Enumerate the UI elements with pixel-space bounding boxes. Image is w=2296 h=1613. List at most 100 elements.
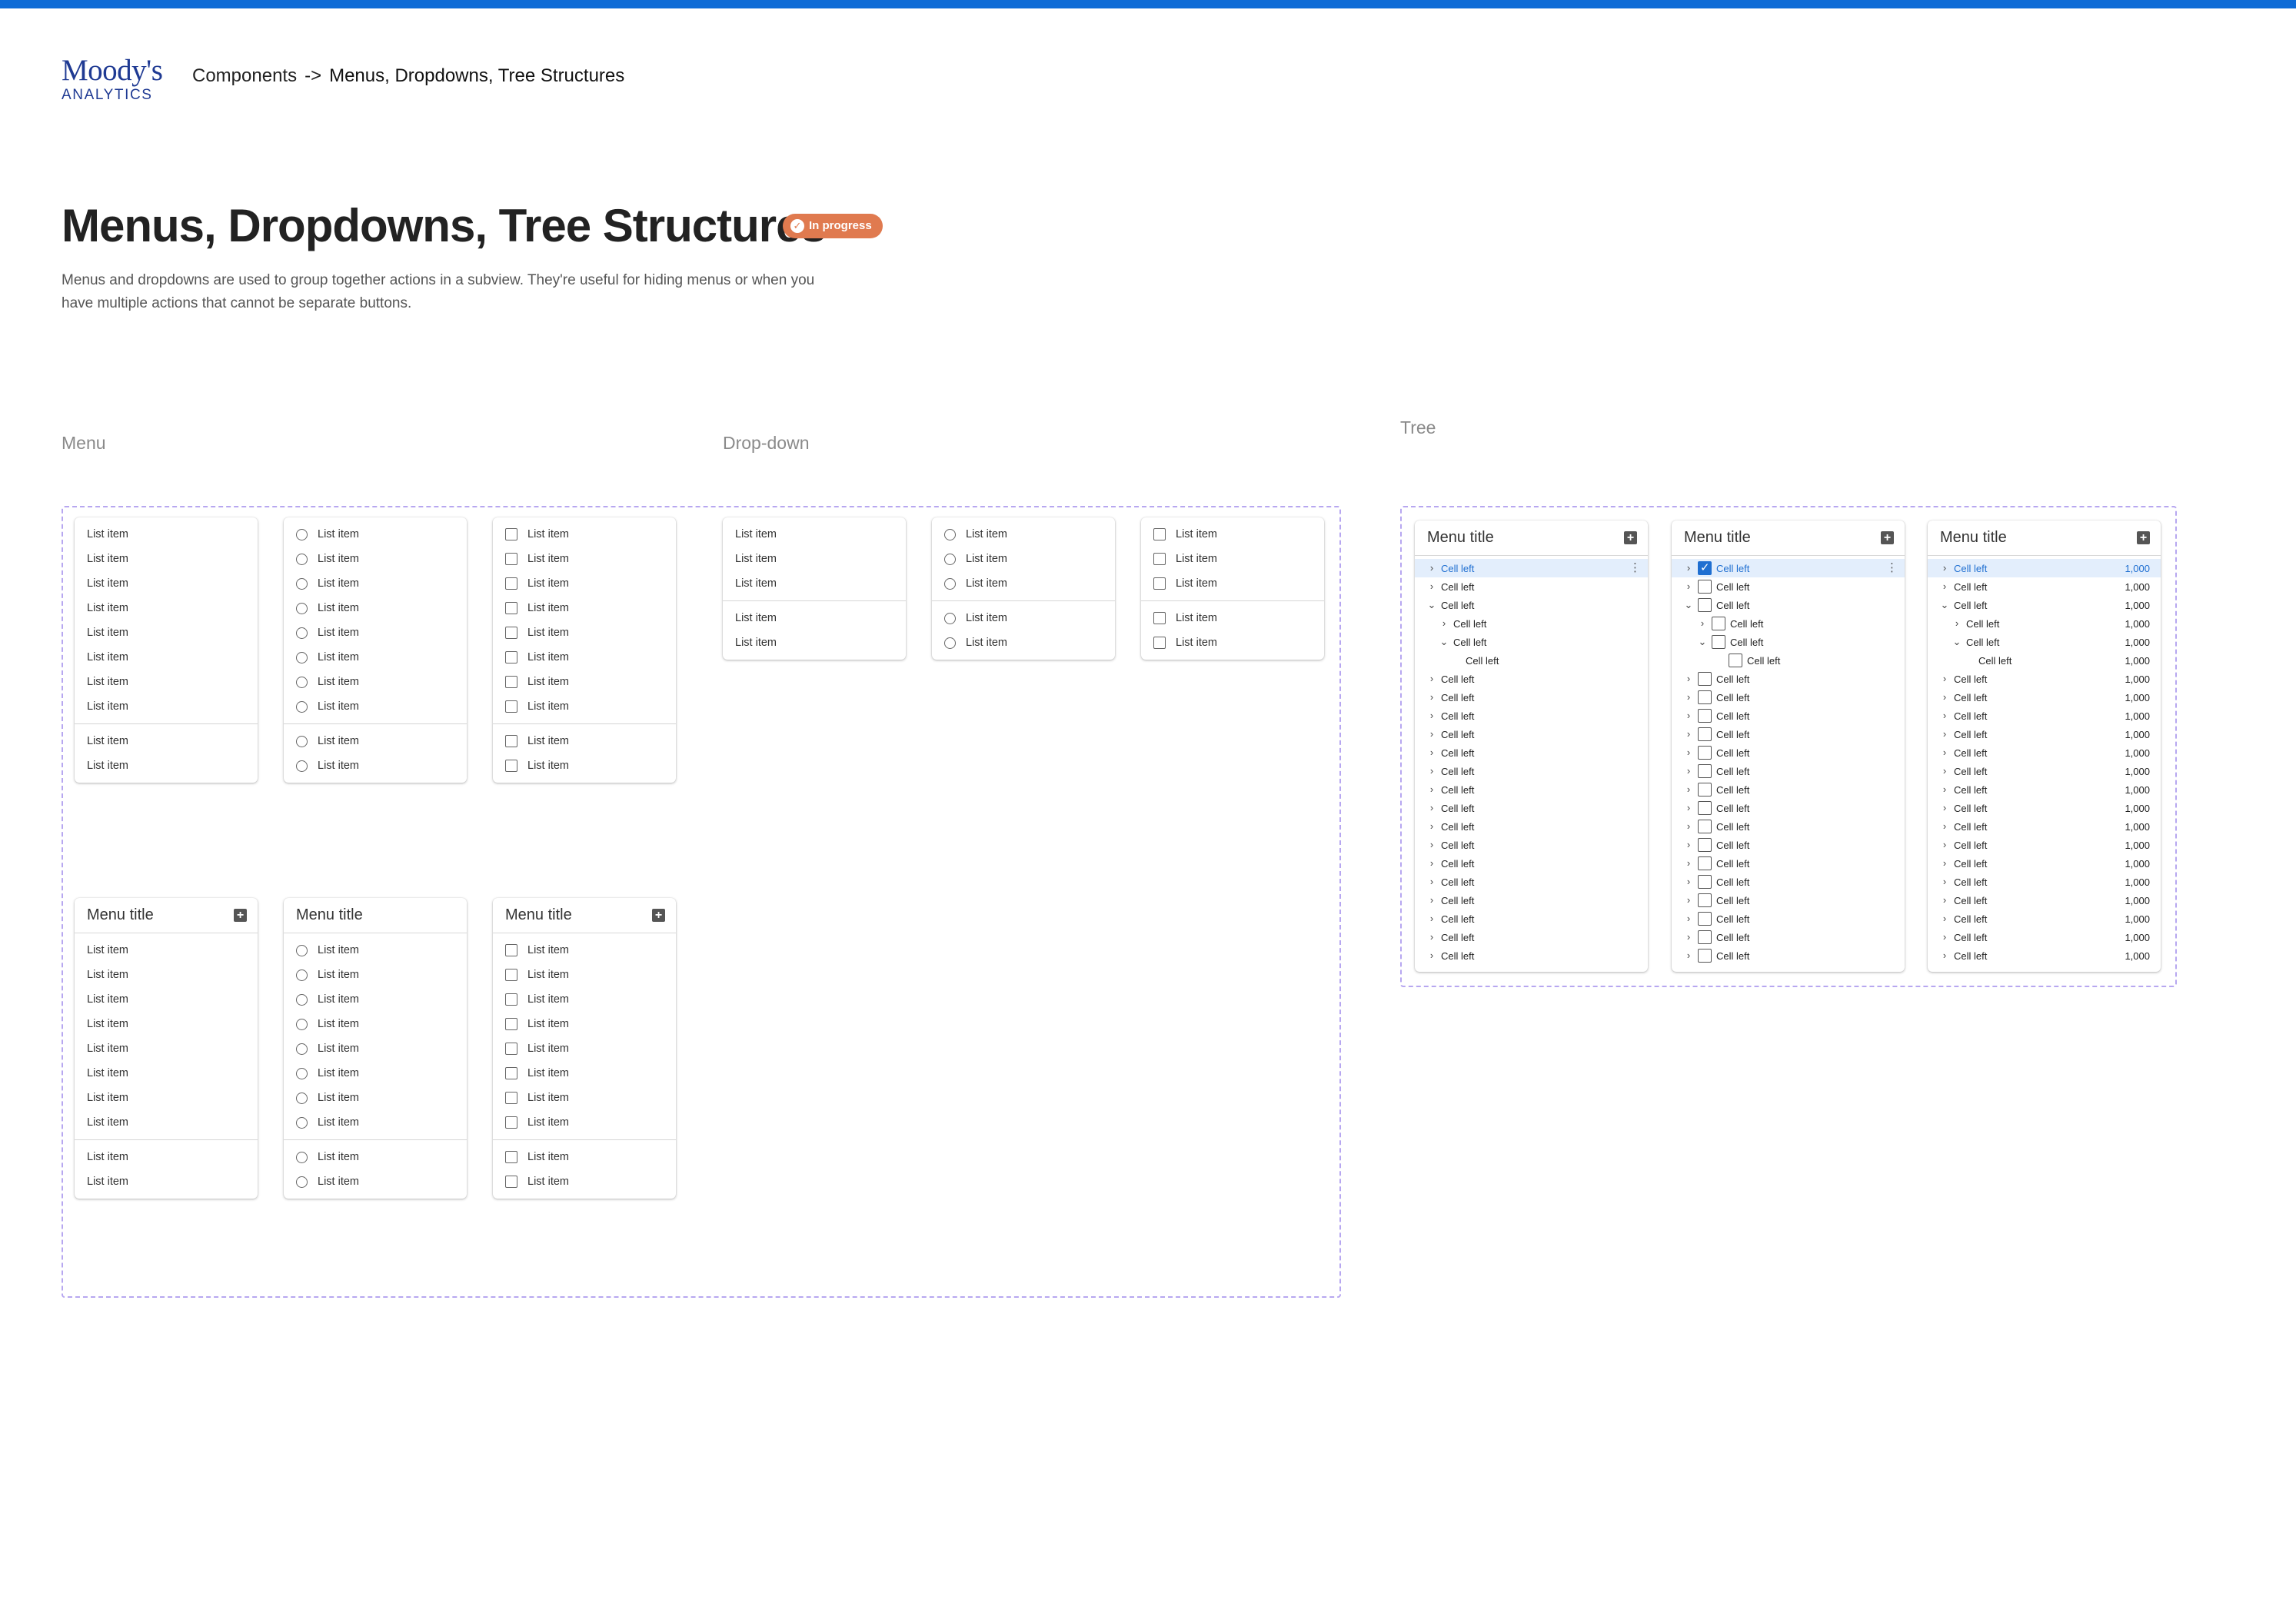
list-item[interactable]: List item [75, 547, 258, 571]
chevron-right-icon[interactable]: › [1938, 743, 1951, 762]
tree-row[interactable]: › Cell left [1672, 817, 1905, 836]
checkbox-icon[interactable] [505, 602, 517, 614]
checkbox-icon[interactable] [1729, 654, 1742, 667]
list-item[interactable]: List item [75, 1145, 258, 1169]
tree-row[interactable]: › Cell left [1672, 743, 1905, 762]
list-item[interactable]: List item [75, 1036, 258, 1061]
chevron-right-icon[interactable]: › [1426, 910, 1438, 928]
checkbox-icon[interactable] [505, 700, 517, 713]
add-icon[interactable]: + [1624, 531, 1637, 544]
chevron-right-icon[interactable]: › [1426, 928, 1438, 946]
list-item[interactable]: List item [723, 630, 906, 655]
tree-row[interactable]: ⌄ Cell left [1415, 633, 1648, 651]
breadcrumb-parent[interactable]: Components [192, 65, 297, 86]
list-item[interactable]: List item [75, 694, 258, 719]
radio-icon[interactable] [944, 637, 956, 649]
checkbox-icon[interactable] [1698, 856, 1712, 870]
chevron-down-icon[interactable]: ⌄ [1682, 596, 1695, 614]
radio-icon[interactable] [944, 612, 956, 624]
tree-row[interactable]: › Cell left [1415, 707, 1648, 725]
chevron-right-icon[interactable]: › [1426, 836, 1438, 854]
chevron-right-icon[interactable]: › [1938, 577, 1951, 596]
list-item[interactable]: List item [493, 1086, 676, 1110]
checkbox-icon[interactable] [505, 760, 517, 772]
tree-row[interactable]: ⌄ Cell left [1672, 596, 1905, 614]
radio-icon[interactable] [296, 553, 308, 565]
chevron-down-icon[interactable]: ⌄ [1426, 596, 1438, 614]
list-item[interactable]: List item [284, 694, 467, 719]
radio-icon[interactable] [296, 700, 308, 713]
list-item[interactable]: List item [284, 1110, 467, 1135]
chevron-right-icon[interactable]: › [1682, 946, 1695, 965]
list-item[interactable]: List item [932, 630, 1115, 655]
tree-row[interactable]: › Cell left [1415, 799, 1648, 817]
tree-row[interactable]: › Cell left [1415, 780, 1648, 799]
tree-row[interactable]: › Cell left 1,000 [1928, 743, 2161, 762]
tree-row[interactable]: ⌄ Cell left 1,000 [1928, 633, 2161, 651]
list-item[interactable]: List item [493, 522, 676, 547]
chevron-right-icon[interactable]: › [1426, 707, 1438, 725]
list-item[interactable]: List item [932, 571, 1115, 596]
chevron-right-icon[interactable]: › [1438, 614, 1450, 633]
checkbox-icon[interactable] [1698, 801, 1712, 815]
chevron-right-icon[interactable]: › [1682, 577, 1695, 596]
chevron-right-icon[interactable]: › [1426, 817, 1438, 836]
checkbox-icon[interactable] [505, 1116, 517, 1129]
chevron-down-icon[interactable]: ⌄ [1438, 633, 1450, 651]
list-item[interactable]: List item [1141, 522, 1324, 547]
tree-row[interactable]: › Cell left 1,000 [1928, 873, 2161, 891]
checkbox-icon[interactable] [1712, 617, 1725, 630]
checkbox-icon[interactable] [505, 1043, 517, 1055]
list-item[interactable]: List item [723, 606, 906, 630]
chevron-right-icon[interactable]: › [1938, 817, 1951, 836]
checkbox-icon[interactable] [505, 1176, 517, 1188]
tree-row[interactable]: › Cell left [1415, 946, 1648, 965]
tree-row[interactable]: › Cell left [1672, 707, 1905, 725]
checkbox-icon[interactable] [505, 676, 517, 688]
radio-icon[interactable] [296, 1176, 308, 1188]
radio-icon[interactable] [944, 553, 956, 565]
checkbox-icon[interactable] [505, 1018, 517, 1030]
tree-row[interactable]: › Cell left [1415, 688, 1648, 707]
add-icon[interactable]: + [1881, 531, 1894, 544]
list-item[interactable]: List item [75, 1110, 258, 1135]
list-item[interactable]: List item [284, 938, 467, 963]
list-item[interactable]: List item [1141, 606, 1324, 630]
tree-row[interactable]: ⌄ Cell left [1672, 633, 1905, 651]
tree-row[interactable]: › Cell left [1415, 670, 1648, 688]
chevron-right-icon[interactable]: › [1938, 836, 1951, 854]
list-item[interactable]: List item [493, 1061, 676, 1086]
chevron-right-icon[interactable]: › [1682, 928, 1695, 946]
list-item[interactable]: List item [493, 753, 676, 778]
tree-row[interactable]: › Cell left [1415, 577, 1648, 596]
radio-icon[interactable] [944, 528, 956, 540]
tree-row[interactable]: › Cell left 1,000 [1928, 836, 2161, 854]
list-item[interactable]: List item [493, 729, 676, 753]
list-item[interactable]: List item [284, 753, 467, 778]
chevron-right-icon[interactable]: › [1938, 725, 1951, 743]
list-item[interactable]: List item [284, 1169, 467, 1194]
tree-row[interactable]: ⌄ Cell left 1,000 [1928, 596, 2161, 614]
list-item[interactable]: List item [75, 571, 258, 596]
chevron-down-icon[interactable]: ⌄ [1938, 596, 1951, 614]
chevron-right-icon[interactable]: › [1682, 817, 1695, 836]
checkbox-icon[interactable] [1698, 764, 1712, 778]
tree-row[interactable]: › Cell left [1672, 836, 1905, 854]
radio-icon[interactable] [296, 1067, 308, 1079]
more-vertical-icon[interactable]: ⋮ [1886, 559, 1898, 577]
checkbox-icon[interactable] [505, 1151, 517, 1163]
list-item[interactable]: List item [75, 620, 258, 645]
list-item[interactable]: List item [284, 522, 467, 547]
chevron-right-icon[interactable]: › [1426, 799, 1438, 817]
tree-row[interactable]: › Cell left [1415, 614, 1648, 633]
chevron-right-icon[interactable]: › [1696, 614, 1709, 633]
chevron-right-icon[interactable]: › [1426, 780, 1438, 799]
radio-icon[interactable] [944, 577, 956, 590]
chevron-right-icon[interactable]: › [1682, 836, 1695, 854]
radio-icon[interactable] [296, 1116, 308, 1129]
checkbox-icon[interactable] [1153, 553, 1166, 565]
chevron-right-icon[interactable]: › [1682, 559, 1695, 577]
list-item[interactable]: List item [493, 571, 676, 596]
checkbox-icon[interactable] [1153, 528, 1166, 540]
add-icon[interactable]: + [2137, 531, 2150, 544]
